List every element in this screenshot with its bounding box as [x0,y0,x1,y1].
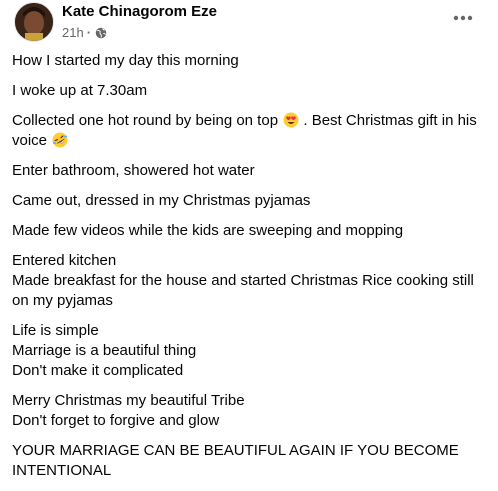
post-text-line: Marriage is a beautiful thing [12,342,197,359]
post-text-line: YOUR MARRIAGE CAN BE BEAUTIFUL AGAIN IF … [12,442,459,459]
post-text-line: Made breakfast for the house and started… [12,272,474,289]
post-text-line: INTENTIONAL [12,462,112,479]
author-name[interactable]: Kate Chinagorom Eze [62,3,217,20]
post-timestamp[interactable]: 21h [62,25,84,40]
post-text-line: Merry Christmas my beautiful Tribe [12,392,245,409]
post-paragraph: Made few videos while the kids are sweep… [12,221,492,241]
post-text-line: Came out, dressed in my Christmas pyjama… [12,192,311,209]
post-text-line: Collected one hot round by being on top … [12,111,492,131]
rolling-laughing-emoji [52,132,68,148]
post-text-segment: voice [12,132,52,149]
post-text-line: Entered kitchen [12,252,117,269]
post-paragraph: Came out, dressed in my Christmas pyjama… [12,191,492,211]
post-paragraph: How I started my day this morning [12,51,492,71]
author-avatar[interactable] [14,2,54,42]
post-paragraph: Merry Christmas my beautiful Tribe Don't… [12,391,492,431]
post-text-line: on my pyjamas [12,292,113,309]
post-text-line: Don't make it complicated [12,362,184,379]
heart-eyes-emoji [283,112,299,128]
post-paragraph: Enter bathroom, showered hot water [12,161,492,181]
more-options-icon[interactable] [450,8,476,28]
facebook-post: Kate Chinagorom Eze 21h · How I started … [0,0,498,479]
post-text-line: Life is simple [12,322,99,339]
post-paragraph: Entered kitchen Made breakfast for the h… [12,251,492,311]
post-text-line: Don't forget to forgive and glow [12,412,220,429]
post-body: How I started my day this morning I woke… [12,51,492,491]
post-text-line: How I started my day this morning [12,52,239,69]
post-text-segment: . Best Christmas gift in his [299,112,477,129]
post-meta: 21h · [62,25,107,40]
post-paragraph: Life is simple Marriage is a beautiful t… [12,321,492,381]
meta-separator: · [86,25,92,40]
post-paragraph: Collected one hot round by being on top … [12,111,492,151]
globe-icon[interactable] [95,27,107,39]
post-paragraph: I woke up at 7.30am [12,81,492,101]
post-text-line: Made few videos while the kids are sweep… [12,222,404,239]
post-text-line: voice [12,131,492,151]
post-paragraph: YOUR MARRIAGE CAN BE BEAUTIFUL AGAIN IF … [12,441,492,481]
post-text-line: Enter bathroom, showered hot water [12,162,255,179]
post-text-segment: Collected one hot round by being on top [12,112,279,129]
post-text-line: I woke up at 7.30am [12,82,148,99]
post-header: Kate Chinagorom Eze 21h · [12,0,486,48]
